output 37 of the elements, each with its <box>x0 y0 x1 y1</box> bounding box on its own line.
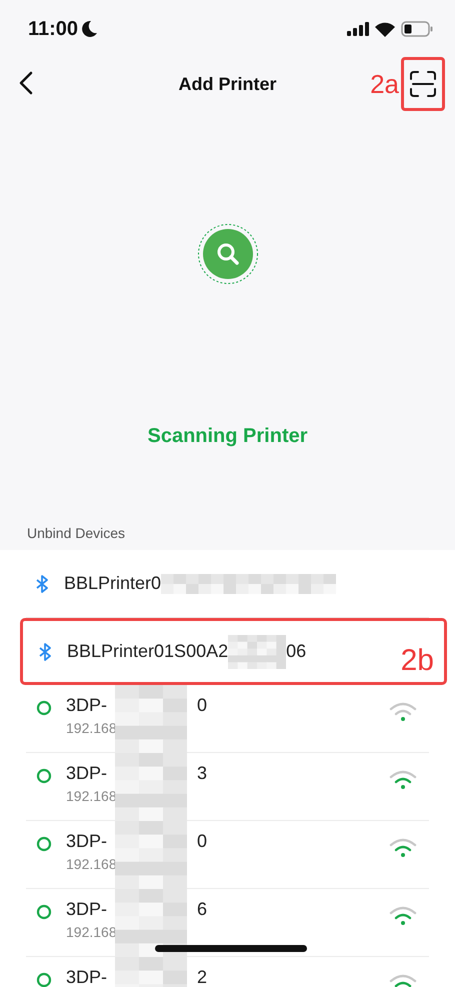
status-ring-icon <box>36 972 52 987</box>
ip-address: 192.168 <box>66 788 118 804</box>
scanning-status: Scanning Printer <box>147 425 308 448</box>
status-ring-icon <box>36 904 52 920</box>
battery-icon <box>401 21 433 37</box>
section-title: Unbind Devices <box>27 525 126 541</box>
ip-address: 192.168 <box>66 856 118 872</box>
device-name[interactable]: 3DP- <box>66 831 108 852</box>
status-ring-icon <box>36 836 52 852</box>
device-name-suffix[interactable]: 06 <box>286 641 306 662</box>
device-name-suffix[interactable]: 3 <box>197 763 208 784</box>
status-ring-icon <box>36 768 52 784</box>
device-name[interactable]: BBLPrinter01S00A2 <box>67 641 228 662</box>
scan-code-button[interactable] <box>401 57 445 111</box>
device-name[interactable]: 3DP- <box>66 695 108 716</box>
device-name-suffix[interactable]: 2 <box>197 967 208 987</box>
ip-address: 192.168 <box>66 720 118 736</box>
page-title: Add Printer <box>178 74 276 94</box>
status-time: 11:00 <box>28 18 78 40</box>
device-name-suffix[interactable]: 6 <box>197 899 208 920</box>
device-name[interactable]: 3DP- <box>66 763 108 784</box>
bluetooth-icon <box>36 574 48 592</box>
device-name[interactable]: 3DP- <box>66 967 108 987</box>
device-name-suffix[interactable]: 0 <box>197 831 208 852</box>
device-name[interactable]: 3DP- <box>66 899 108 920</box>
search-icon <box>196 223 258 285</box>
moon-icon <box>82 20 98 38</box>
cellular-signal-icon <box>347 22 369 36</box>
ip-address: 192.168 <box>66 924 118 940</box>
device-name[interactable]: BBLPrinter0 <box>64 573 162 594</box>
bluetooth-icon <box>39 642 51 660</box>
device-name-suffix[interactable]: 0 <box>197 695 208 716</box>
annotation-label: 2a <box>370 68 399 100</box>
status-ring-icon <box>36 700 52 716</box>
scan-frame-icon <box>410 71 436 97</box>
annotation-label: 2b <box>400 644 434 678</box>
wifi-icon <box>375 22 395 36</box>
